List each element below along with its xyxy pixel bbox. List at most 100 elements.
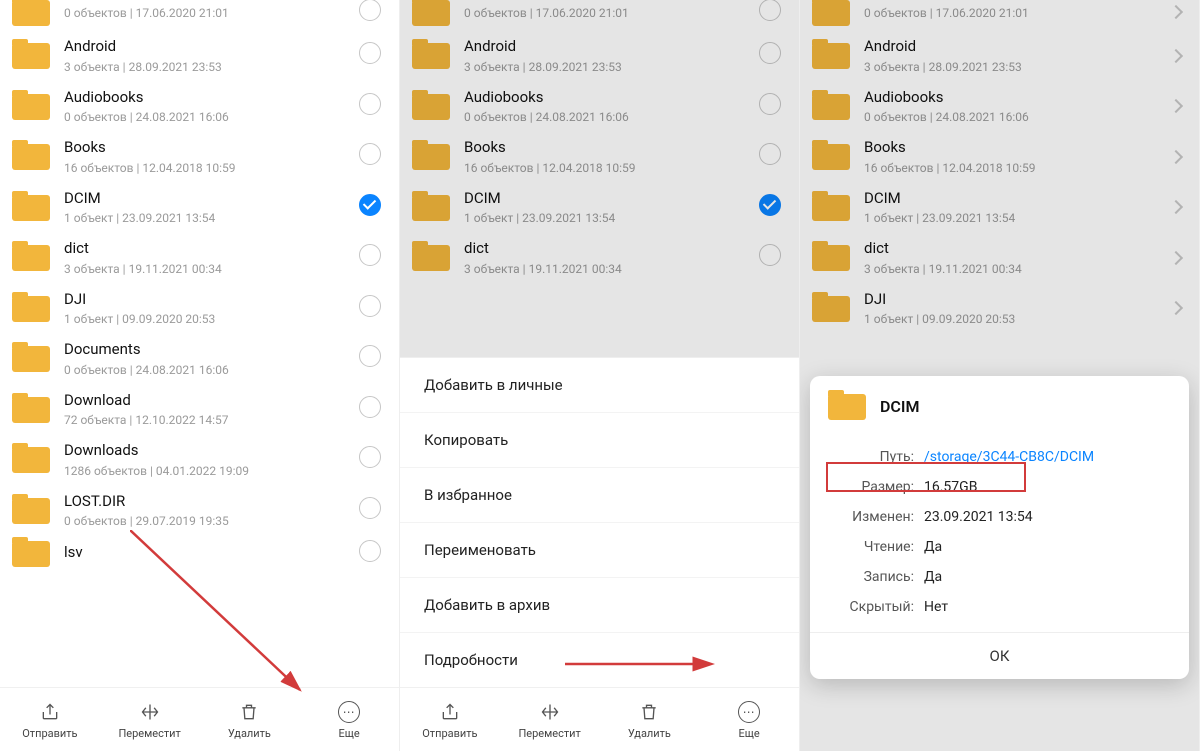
folder-row[interactable]: lsv bbox=[0, 535, 399, 563]
folder-row[interactable]: Android3 объекта | 28.09.2021 23:53 bbox=[400, 30, 799, 81]
selection-unchecked-icon[interactable] bbox=[759, 0, 781, 21]
folder-icon bbox=[812, 241, 850, 273]
folder-row[interactable]: DJI1 объект | 09.09.2020 20:53 bbox=[0, 283, 399, 334]
folder-detail: 3 объекта | 19.11.2021 00:34 bbox=[64, 262, 349, 276]
more-action-sheet: Добавить в личныеКопироватьВ избранноеПе… bbox=[400, 357, 799, 687]
folder-icon bbox=[12, 342, 50, 374]
folder-icon bbox=[412, 241, 450, 273]
folder-row[interactable]: Audiobooks0 объектов | 24.08.2021 16:06 bbox=[800, 81, 1199, 132]
folder-icon bbox=[828, 390, 866, 422]
folder-detail: 0 объектов | 17.06.2020 21:01 bbox=[464, 6, 749, 20]
selection-unchecked-icon[interactable] bbox=[359, 93, 381, 115]
folder-detail: 1 объект | 23.09.2021 13:54 bbox=[864, 211, 1161, 225]
folder-name: dict bbox=[64, 239, 349, 259]
folder-row[interactable]: dict 3 объекта | 19.11.2021 00:34 bbox=[0, 232, 399, 283]
folder-icon bbox=[812, 292, 850, 324]
trash-icon bbox=[639, 700, 659, 724]
action-move[interactable]: Переместит bbox=[515, 700, 585, 740]
bottom-action-bar: Отправить Переместит Удалить ⋯ Еще bbox=[0, 687, 399, 751]
bottom-action-bar: Отправить Переместит Удалить ⋯ Еще bbox=[400, 687, 799, 751]
more-icon: ⋯ bbox=[738, 700, 760, 724]
folder-row[interactable]: Books16 объектов | 12.04.2018 10:59 bbox=[0, 131, 399, 182]
action-more[interactable]: ⋯ Еще bbox=[714, 700, 784, 740]
path-link[interactable]: /storage/3C44-CB8C/DCIM bbox=[924, 449, 1167, 465]
folder-row[interactable]: Downloads 1286 объектов | 04.01.2022 19:0… bbox=[0, 434, 399, 485]
folder-detail: 1 объект | 23.09.2021 13:54 bbox=[64, 211, 349, 225]
selection-unchecked-icon[interactable] bbox=[359, 42, 381, 64]
folder-detail: 1 объект | 23.09.2021 13:54 bbox=[464, 211, 749, 225]
folder-row[interactable]: Android3 объекта | 28.09.2021 23:53 bbox=[800, 30, 1199, 81]
folder-row[interactable]: 0 объектов | 17.06.2020 21:01 bbox=[400, 0, 799, 30]
selection-unchecked-icon[interactable] bbox=[359, 143, 381, 165]
folder-icon bbox=[12, 494, 50, 526]
folder-row[interactable]: dict3 объекта | 19.11.2021 00:34 bbox=[400, 232, 799, 283]
sheet-item[interactable]: Добавить в архив bbox=[400, 578, 799, 633]
folder-row[interactable]: 0 объектов | 17.06.2020 21:01 bbox=[0, 0, 399, 30]
action-send[interactable]: Отправить bbox=[15, 700, 85, 740]
folder-row[interactable]: Android3 объекта | 28.09.2021 23:53 bbox=[0, 30, 399, 81]
folder-icon bbox=[12, 537, 50, 569]
folder-icon bbox=[812, 0, 850, 28]
folder-detail: 1286 объектов | 04.01.2022 19:09 bbox=[64, 464, 349, 478]
folder-name: Android bbox=[864, 37, 1161, 57]
folder-name: DCIM bbox=[464, 189, 749, 209]
folder-row[interactable]: 0 объектов | 17.06.2020 21:01 bbox=[800, 0, 1199, 30]
folder-name: DCIM bbox=[64, 189, 349, 209]
sheet-item[interactable]: Переименовать bbox=[400, 523, 799, 578]
selection-unchecked-icon[interactable] bbox=[359, 446, 381, 468]
folder-detail: 1 объект | 09.09.2020 20:53 bbox=[864, 312, 1161, 326]
folder-row[interactable]: Books16 объектов | 12.04.2018 10:59 bbox=[400, 131, 799, 182]
folder-name: DCIM bbox=[864, 189, 1161, 209]
selection-unchecked-icon[interactable] bbox=[359, 244, 381, 266]
folder-icon bbox=[812, 39, 850, 71]
chevron-right-icon bbox=[1169, 251, 1183, 265]
folder-detail: 3 объекта | 28.09.2021 23:53 bbox=[464, 60, 749, 74]
sheet-item[interactable]: Добавить в личные bbox=[400, 358, 799, 413]
chevron-right-icon bbox=[1169, 301, 1183, 315]
folder-row[interactable]: Books16 объектов | 12.04.2018 10:59 bbox=[800, 131, 1199, 182]
dialog-ok-button[interactable]: ОК bbox=[810, 632, 1189, 679]
selection-unchecked-icon[interactable] bbox=[359, 0, 381, 21]
selection-unchecked-icon[interactable] bbox=[359, 540, 381, 562]
chevron-right-icon bbox=[1169, 99, 1183, 113]
selection-checked-icon[interactable] bbox=[759, 194, 781, 216]
selection-unchecked-icon[interactable] bbox=[359, 396, 381, 418]
folder-icon bbox=[12, 393, 50, 425]
folder-name: DJI bbox=[864, 290, 1161, 310]
folder-row[interactable]: Audiobooks0 объектов | 24.08.2021 16:06 bbox=[400, 81, 799, 132]
more-icon: ⋯ bbox=[338, 700, 360, 724]
folder-row[interactable]: Download72 объекта | 12.10.2022 14:57 bbox=[0, 384, 399, 435]
selection-checked-icon[interactable] bbox=[359, 194, 381, 216]
sheet-item[interactable]: Копировать bbox=[400, 413, 799, 468]
action-more[interactable]: ⋯ Еще bbox=[314, 700, 384, 740]
folder-row[interactable]: Audiobooks0 объектов | 24.08.2021 16:06 bbox=[0, 81, 399, 132]
folder-name: Downloads bbox=[64, 441, 349, 461]
folder-row[interactable]: DCIM 1 объект | 23.09.2021 13:54 bbox=[0, 182, 399, 233]
selection-unchecked-icon[interactable] bbox=[359, 295, 381, 317]
selection-unchecked-icon[interactable] bbox=[759, 42, 781, 64]
folder-name: lsv bbox=[64, 543, 349, 563]
detail-row-write: Запись: Да bbox=[830, 562, 1169, 592]
action-move[interactable]: Переместит bbox=[115, 700, 185, 740]
folder-icon bbox=[12, 140, 50, 172]
selection-unchecked-icon[interactable] bbox=[759, 244, 781, 266]
action-delete[interactable]: Удалить bbox=[214, 700, 284, 740]
folder-row[interactable]: dict3 объекта | 19.11.2021 00:34 bbox=[800, 232, 1199, 283]
folder-row[interactable]: Documents0 объектов | 24.08.2021 16:06 bbox=[0, 333, 399, 384]
folder-row[interactable]: DCIM 1 объект | 23.09.2021 13:54 bbox=[800, 182, 1199, 233]
action-delete[interactable]: Удалить bbox=[614, 700, 684, 740]
action-send[interactable]: Отправить bbox=[415, 700, 485, 740]
folder-row[interactable]: LOST.DIR0 объектов | 29.07.2019 19:35 bbox=[0, 485, 399, 536]
sheet-item[interactable]: В избранное bbox=[400, 468, 799, 523]
sheet-item[interactable]: Подробности bbox=[400, 633, 799, 687]
folder-row[interactable]: DJI 1 объект | 09.09.2020 20:53 bbox=[800, 283, 1199, 334]
folder-row[interactable]: DCIM 1 объект | 23.09.2021 13:54 bbox=[400, 182, 799, 233]
folder-detail: 16 объектов | 12.04.2018 10:59 bbox=[64, 161, 349, 175]
folder-name: Android bbox=[64, 37, 349, 57]
selection-unchecked-icon[interactable] bbox=[759, 93, 781, 115]
folder-detail: 16 объектов | 12.04.2018 10:59 bbox=[864, 161, 1161, 175]
selection-unchecked-icon[interactable] bbox=[359, 345, 381, 367]
selection-unchecked-icon[interactable] bbox=[759, 143, 781, 165]
action-label: Еще bbox=[338, 727, 359, 740]
selection-unchecked-icon[interactable] bbox=[359, 497, 381, 519]
